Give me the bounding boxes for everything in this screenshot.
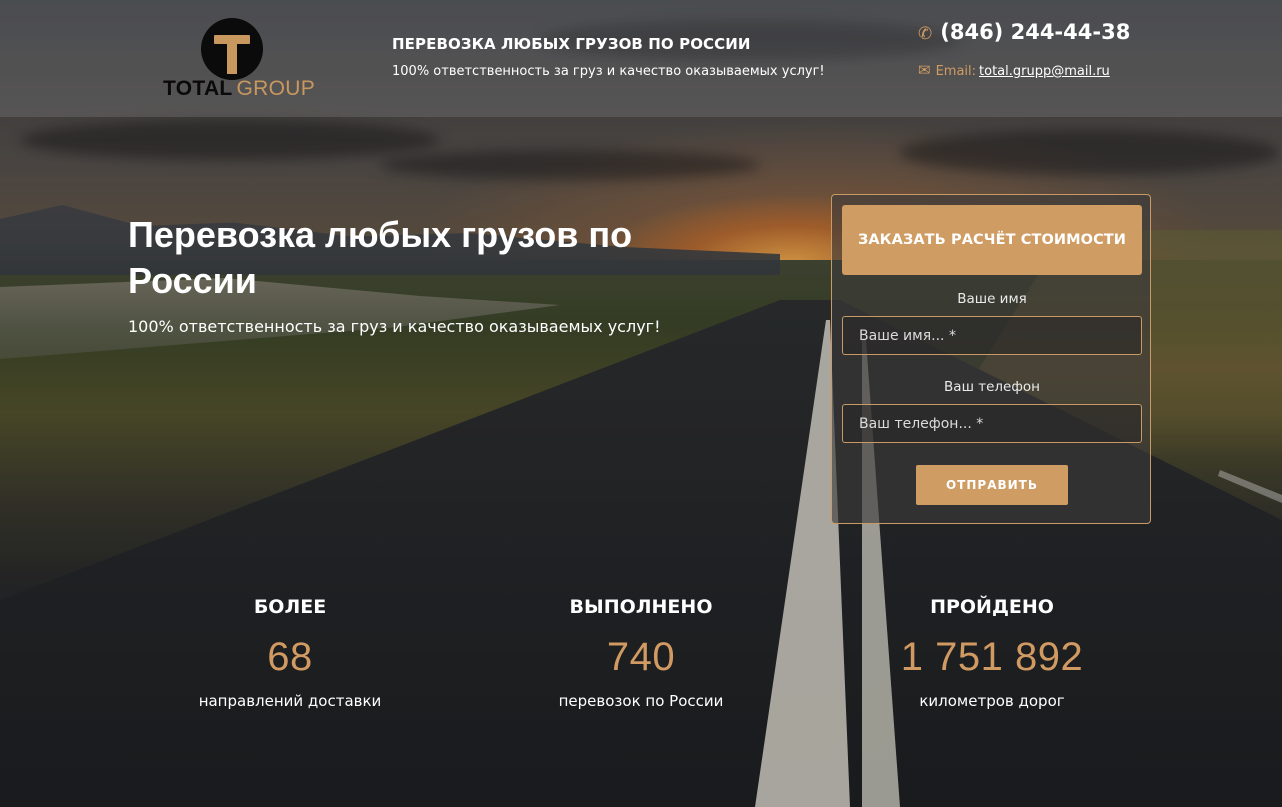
stat-value: 68 xyxy=(267,635,313,679)
form-heading: ЗАКАЗАТЬ РАСЧЁТ СТОИМОСТИ xyxy=(842,205,1142,275)
stat-value: 1 751 892 xyxy=(900,635,1084,679)
site-header: TOTAL GROUP ПЕРЕВОЗКА ЛЮБЫХ ГРУЗОВ ПО РОС… xyxy=(0,0,1282,117)
stat-caption: километров дорог xyxy=(919,692,1065,710)
stat-heading: ВЫПОЛНЕНО xyxy=(569,596,713,618)
stat-shipments: ВЫПОЛНЕНО 740 перевозок по России xyxy=(491,596,791,710)
stat-kilometers: ПРОЙДЕНО 1 751 892 километров дорог xyxy=(842,596,1142,710)
email-contact: ✉ Email: total.grupp@mail.ru xyxy=(918,61,1110,79)
logo-t-icon xyxy=(201,18,263,80)
phone-label: Ваш телефон xyxy=(944,379,1040,395)
phone-text: (846) 244-44-38 xyxy=(940,20,1131,44)
hero-subtitle: 100% ответственность за груз и качество … xyxy=(128,317,661,336)
stat-value: 740 xyxy=(606,635,676,679)
logo[interactable]: TOTAL GROUP xyxy=(163,15,315,105)
email-link[interactable]: total.grupp@mail.ru xyxy=(979,64,1110,79)
name-label: Ваше имя xyxy=(957,291,1027,307)
stat-caption: направлений доставки xyxy=(198,692,382,710)
phone-icon: ✆ xyxy=(918,24,933,44)
stat-caption: перевозок по России xyxy=(558,692,724,710)
envelope-icon: ✉ xyxy=(918,61,931,79)
logo-total: TOTAL xyxy=(163,77,233,100)
phone-input[interactable] xyxy=(842,404,1142,443)
header-subtitle: 100% ответственность за груз и качество … xyxy=(392,64,825,79)
phone-number[interactable]: ✆ (846) 244-44-38 xyxy=(918,20,1130,44)
stat-heading: БОЛЕЕ xyxy=(253,596,327,618)
order-form: ЗАКАЗАТЬ РАСЧЁТ СТОИМОСТИ Ваше имя Ваш т… xyxy=(831,194,1151,524)
logo-text: TOTAL GROUP xyxy=(163,77,315,101)
submit-button[interactable]: ОТПРАВИТЬ xyxy=(916,465,1068,505)
hero-title: Перевозка любых грузов по России xyxy=(128,214,633,301)
stat-heading: ПРОЙДЕНО xyxy=(930,596,1054,618)
email-label: Email: xyxy=(935,64,977,79)
logo-group: GROUP xyxy=(236,77,316,100)
stat-directions: БОЛЕЕ 68 направлений доставки xyxy=(140,596,440,710)
header-title: ПЕРЕВОЗКА ЛЮБЫХ ГРУЗОВ ПО РОССИИ xyxy=(392,35,751,53)
name-input[interactable] xyxy=(842,316,1142,355)
